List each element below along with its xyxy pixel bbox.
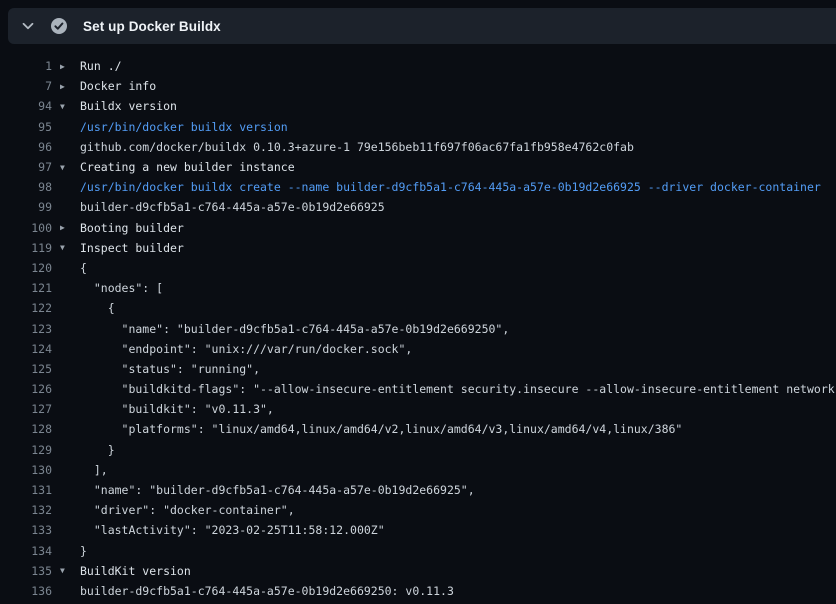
log-text: { — [80, 261, 836, 275]
log-text: "name": "builder-d9cfb5a1-c764-445a-a57e… — [80, 483, 836, 497]
log-line: 132 "driver": "docker-container", — [0, 500, 836, 520]
log-text: Booting builder — [80, 221, 836, 235]
log-line: 96 github.com/docker/buildx 0.10.3+azure… — [0, 137, 836, 157]
log-text: "name": "builder-d9cfb5a1-c764-445a-a57e… — [80, 322, 836, 336]
log-line[interactable]: 119 ▼ Inspect builder — [0, 238, 836, 258]
log-line[interactable]: 135 ▼ BuildKit version — [0, 561, 836, 581]
log-text: { — [80, 301, 836, 315]
log-line: 126 "buildkitd-flags": "--allow-insecure… — [0, 379, 836, 399]
log-text: BuildKit version — [80, 564, 836, 578]
line-number[interactable]: 98 — [0, 180, 52, 194]
log-line: 123 "name": "builder-d9cfb5a1-c764-445a-… — [0, 318, 836, 338]
log-line: 128 "platforms": "linux/amd64,linux/amd6… — [0, 419, 836, 439]
step-title: Set up Docker Buildx — [83, 19, 221, 34]
line-number[interactable]: 119 — [0, 241, 52, 255]
triangle-right-icon: ▶ — [60, 62, 80, 71]
log-text: "status": "running", — [80, 362, 836, 376]
line-number[interactable]: 129 — [0, 443, 52, 457]
log-text: "nodes": [ — [80, 281, 836, 295]
log-line[interactable]: 100 ▶ Booting builder — [0, 218, 836, 238]
line-number[interactable]: 131 — [0, 483, 52, 497]
line-number[interactable]: 130 — [0, 463, 52, 477]
line-number[interactable]: 99 — [0, 200, 52, 214]
line-number[interactable]: 122 — [0, 301, 52, 315]
log-line: 125 "status": "running", — [0, 359, 836, 379]
line-number[interactable]: 100 — [0, 221, 52, 235]
log-line: 136 builder-d9cfb5a1-c764-445a-a57e-0b19… — [0, 581, 836, 601]
triangle-right-icon: ▶ — [60, 82, 80, 91]
line-number[interactable]: 127 — [0, 402, 52, 416]
log-line: 131 "name": "builder-d9cfb5a1-c764-445a-… — [0, 480, 836, 500]
line-number[interactable]: 95 — [0, 120, 52, 134]
log-text: "endpoint": "unix:///var/run/docker.sock… — [80, 342, 836, 356]
line-number[interactable]: 94 — [0, 99, 52, 113]
log-text: Buildx version — [80, 99, 836, 113]
log-text: "lastActivity": "2023-02-25T11:58:12.000… — [80, 523, 836, 537]
log-line: 134 } — [0, 541, 836, 561]
log-line: 133 "lastActivity": "2023-02-25T11:58:12… — [0, 520, 836, 540]
log-line[interactable]: 97 ▼ Creating a new builder instance — [0, 157, 836, 177]
log-text: Docker info — [80, 79, 836, 93]
log-line: 95 /usr/bin/docker buildx version — [0, 117, 836, 137]
line-number[interactable]: 133 — [0, 523, 52, 537]
log-text: Creating a new builder instance — [80, 160, 836, 174]
step-header[interactable]: Set up Docker Buildx — [8, 8, 836, 44]
log-line: 124 "endpoint": "unix:///var/run/docker.… — [0, 339, 836, 359]
line-number[interactable]: 135 — [0, 564, 52, 578]
check-circle-icon — [50, 17, 68, 35]
log-text: "driver": "docker-container", — [80, 503, 836, 517]
log-text: "platforms": "linux/amd64,linux/amd64/v2… — [80, 422, 836, 436]
log-line: 98 /usr/bin/docker buildx create --name … — [0, 177, 836, 197]
line-number[interactable]: 123 — [0, 322, 52, 336]
line-number[interactable]: 120 — [0, 261, 52, 275]
triangle-right-icon: ▶ — [60, 223, 80, 232]
log-line[interactable]: 1 ▶ Run ./ — [0, 56, 836, 76]
log-text: Run ./ — [80, 59, 836, 73]
line-number[interactable]: 7 — [0, 79, 52, 93]
log-text: "buildkitd-flags": "--allow-insecure-ent… — [80, 382, 836, 396]
log-line: 120 { — [0, 258, 836, 278]
chevron-down-icon[interactable] — [21, 19, 35, 33]
log-line: 127 "buildkit": "v0.11.3", — [0, 399, 836, 419]
line-number[interactable]: 1 — [0, 59, 52, 73]
triangle-down-icon: ▼ — [60, 163, 80, 172]
line-number[interactable]: 96 — [0, 140, 52, 154]
log-line: 99 builder-d9cfb5a1-c764-445a-a57e-0b19d… — [0, 197, 836, 217]
log-text: "buildkit": "v0.11.3", — [80, 402, 836, 416]
log-line: 130 ], — [0, 460, 836, 480]
line-number[interactable]: 124 — [0, 342, 52, 356]
line-number[interactable]: 121 — [0, 281, 52, 295]
line-number[interactable]: 126 — [0, 382, 52, 396]
line-number[interactable]: 128 — [0, 422, 52, 436]
line-number[interactable]: 125 — [0, 362, 52, 376]
line-number[interactable]: 132 — [0, 503, 52, 517]
line-number[interactable]: 97 — [0, 160, 52, 174]
log-text: /usr/bin/docker buildx create --name bui… — [80, 180, 836, 194]
line-number[interactable]: 136 — [0, 584, 52, 598]
log-text: } — [80, 443, 836, 457]
log-line: 121 "nodes": [ — [0, 278, 836, 298]
log-text: /usr/bin/docker buildx version — [80, 120, 836, 134]
triangle-down-icon: ▼ — [60, 566, 80, 575]
log-line[interactable]: 7 ▶ Docker info — [0, 76, 836, 96]
log-lines: 1 ▶ Run ./ 7 ▶ Docker info 94 ▼ Buildx v… — [0, 44, 836, 601]
log-line: 129 } — [0, 440, 836, 460]
log-text: Inspect builder — [80, 241, 836, 255]
line-number[interactable]: 134 — [0, 544, 52, 558]
triangle-down-icon: ▼ — [60, 102, 80, 111]
log-line: 122 { — [0, 298, 836, 318]
log-text: builder-d9cfb5a1-c764-445a-a57e-0b19d2e6… — [80, 200, 836, 214]
log-text: } — [80, 544, 836, 558]
log-text: ], — [80, 463, 836, 477]
triangle-down-icon: ▼ — [60, 243, 80, 252]
step-header-wrap: Set up Docker Buildx — [0, 0, 836, 44]
log-text: builder-d9cfb5a1-c764-445a-a57e-0b19d2e6… — [80, 584, 836, 598]
log-text: github.com/docker/buildx 0.10.3+azure-1 … — [80, 140, 836, 154]
log-line[interactable]: 94 ▼ Buildx version — [0, 96, 836, 116]
